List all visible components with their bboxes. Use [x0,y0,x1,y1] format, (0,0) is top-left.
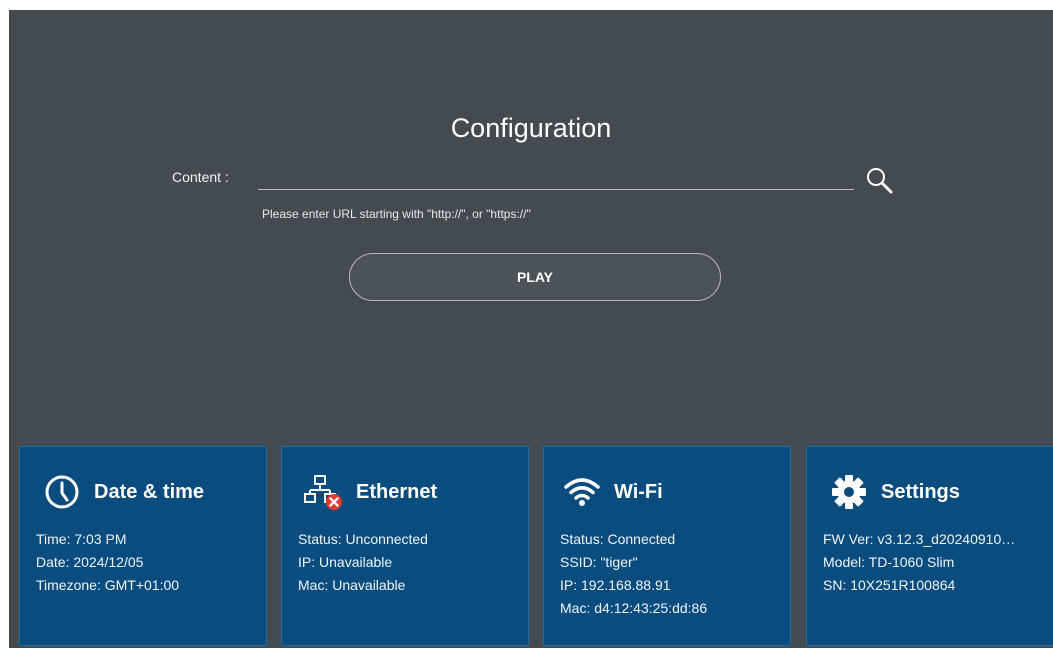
date-value: Date: 2024/12/05 [36,554,144,570]
tile-title: Ethernet [356,480,438,503]
tile-header: Wi-Fi [562,473,663,511]
firmware-version: FW Ver: v3.12.3_d20240910… [823,531,1016,547]
wifi-ip: IP: 192.168.88.91 [560,577,671,593]
gear-icon [829,473,869,511]
wifi-ssid: SSID: "tiger" [560,554,638,570]
tile-ethernet[interactable]: Ethernet Status: Unconnected IP: Unavail… [281,446,529,646]
search-icon [867,168,893,194]
timezone-value: Timezone: GMT+01:00 [36,577,180,593]
tile-settings[interactable]: Settings FW Ver: v3.12.3_d20240910… Mode… [806,446,1053,646]
tile-title: Wi-Fi [614,480,663,503]
tile-header: Date & time [42,473,204,511]
ethernet-status: Status: Unconnected [298,531,428,547]
serial-number: SN: 10X251R100864 [823,577,956,593]
tile-info: Time: 7:03 PM Date: 2024/12/05 Timezone:… [36,528,260,597]
time-value: Time: 7:03 PM [36,531,127,547]
ethernet-mac: Mac: Unavailable [298,577,406,593]
tile-header: Ethernet [304,473,437,511]
ethernet-disconnected-icon [304,473,344,511]
search-button[interactable] [864,165,896,195]
config-screen: Configuration Content : Please enter URL… [9,10,1053,648]
wifi-icon [562,473,602,511]
tile-date-time[interactable]: Date & time Time: 7:03 PM Date: 2024/12/… [19,446,267,646]
clock-icon [42,473,82,511]
page-title: Configuration [450,113,612,143]
ethernet-ip: IP: Unavailable [298,554,393,570]
content-label: Content : [172,169,229,185]
tile-info: FW Ver: v3.12.3_d20240910… Model: TD-106… [823,528,1047,597]
tile-header: Settings [829,473,960,511]
tile-info: Status: Connected SSID: "tiger" IP: 192.… [560,528,784,620]
tile-info: Status: Unconnected IP: Unavailable Mac:… [298,528,522,597]
url-hint: Please enter URL starting with "http://"… [262,207,531,221]
play-button[interactable]: PLAY [349,253,721,301]
wifi-mac: Mac: d4:12:43:25:dd:86 [560,600,708,616]
tile-wifi[interactable]: Wi-Fi Status: Connected SSID: "tiger" IP… [543,446,791,646]
tile-title: Date & time [94,480,205,503]
device-model: Model: TD-1060 Slim [823,554,955,570]
wifi-status: Status: Connected [560,531,676,547]
tile-title: Settings [881,480,960,503]
content-url-input[interactable] [258,166,854,190]
